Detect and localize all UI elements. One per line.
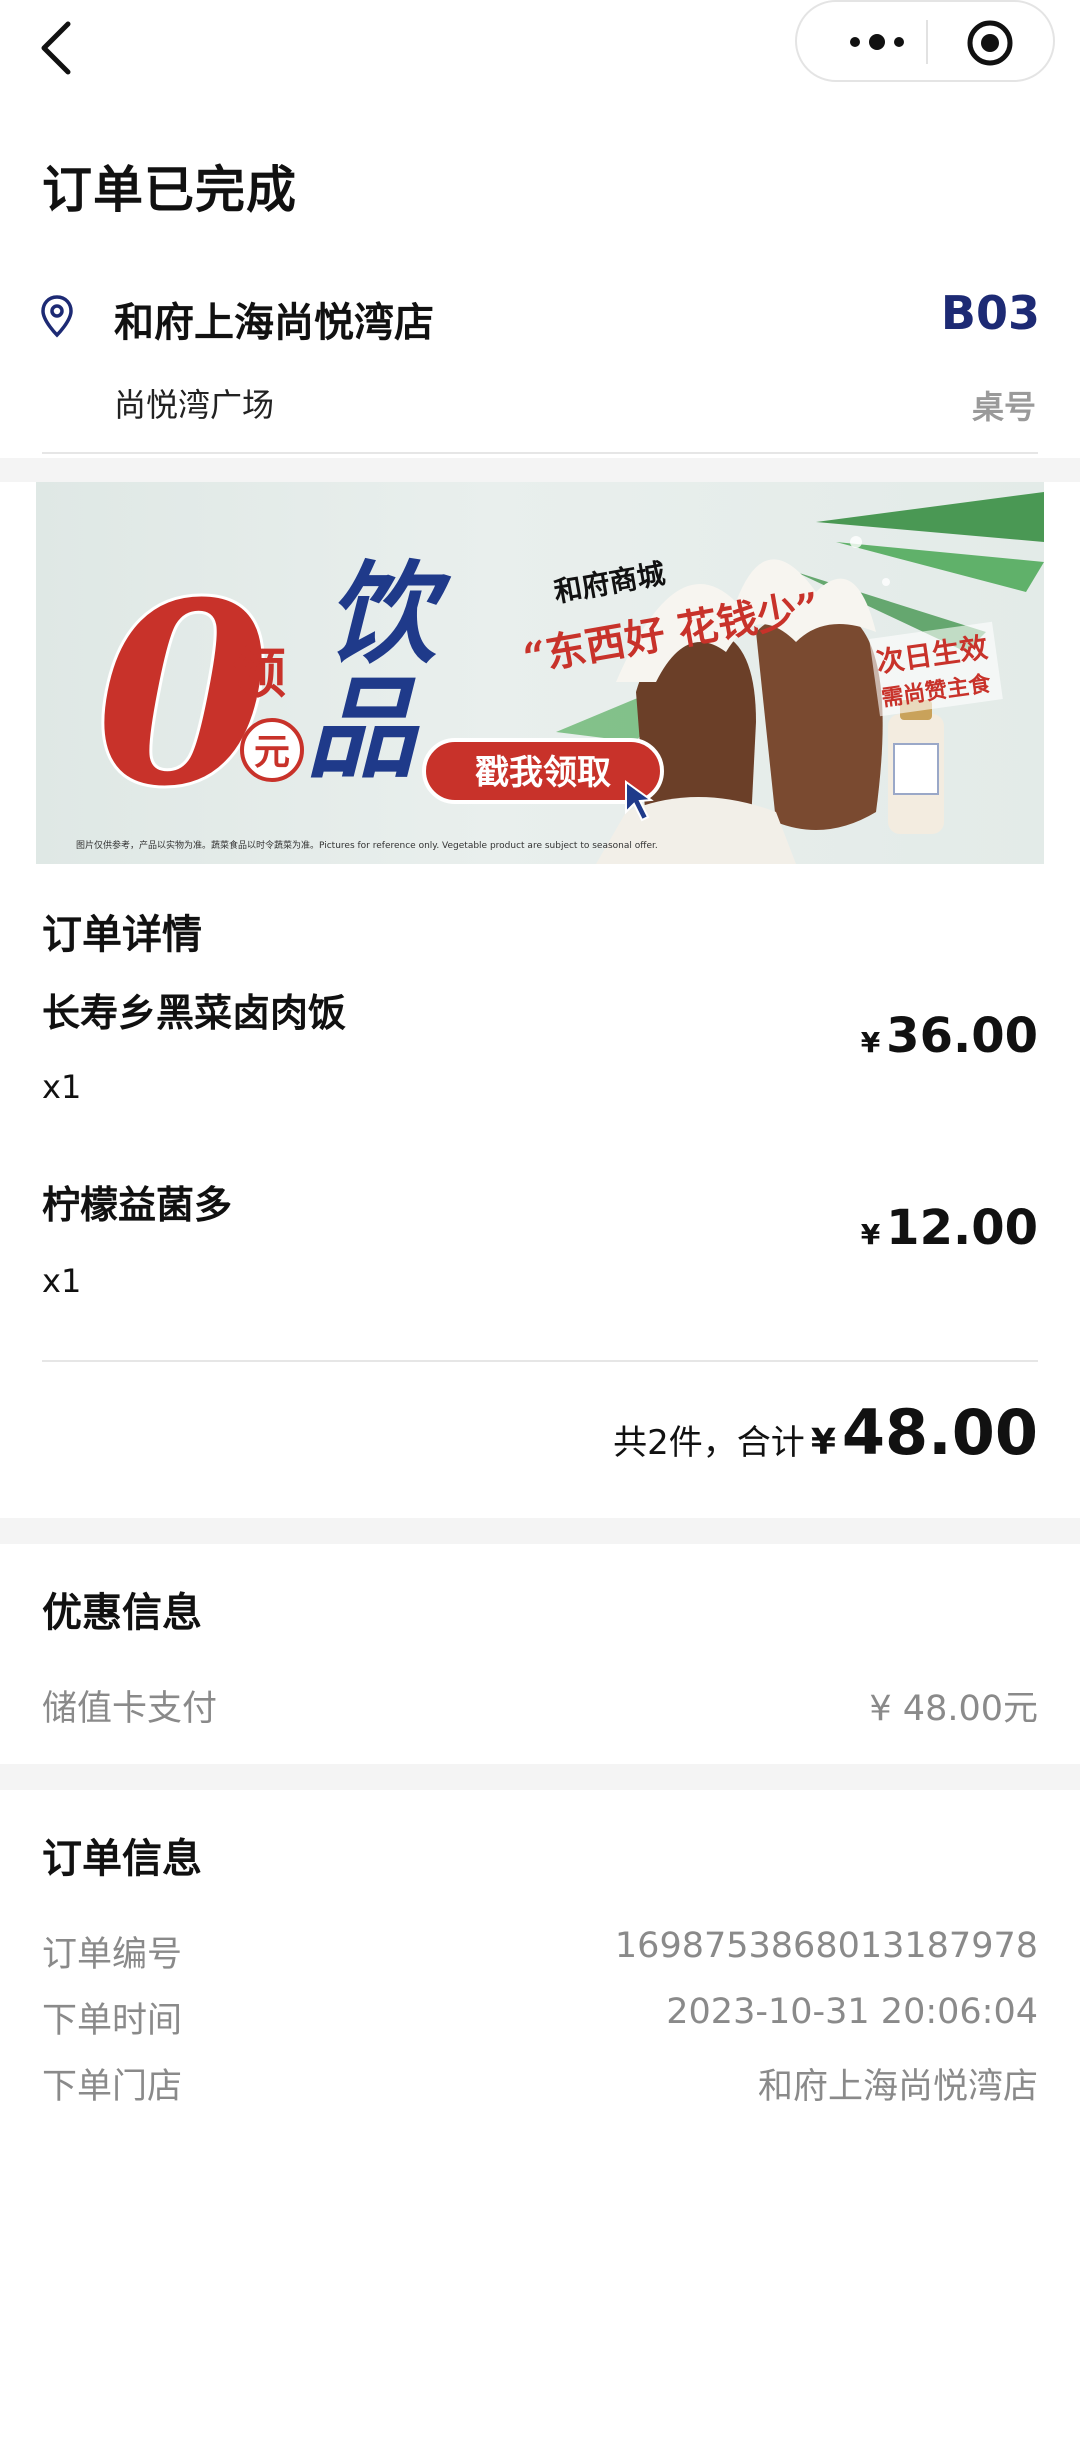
store-name: 和府上海尚悦湾店 [114,300,434,346]
currency-symbol: ¥ [860,1026,881,1059]
discount-title: 优惠信息 [42,1590,202,1636]
section-gap [0,458,1080,482]
item-price-value-2: 12.00 [886,1200,1038,1256]
order-store-label: 下单门店 [42,2067,183,2107]
banner-fine-print: 图片仅供参考，产品以实物为准。蔬菜食品以时令蔬菜为准。Pictures for … [76,839,658,851]
order-details-title: 订单详情 [42,912,202,958]
order-total: 共2件，合计 ¥48.00 [613,1396,1038,1469]
order-store-value: 和府上海尚悦湾店 [757,2067,1038,2107]
chevron-left-icon[interactable] [34,18,82,78]
item-price-1: ¥36.00 [861,1008,1038,1064]
divider [42,1360,1038,1362]
banner-pin-text: 品 [306,664,420,793]
order-time-value: 2023-10-31 20:06:04 [666,1992,1038,2032]
target-circle-icon[interactable] [965,18,1015,68]
divider [42,452,1038,454]
order-total-amount: 48.00 [841,1396,1038,1469]
banner-brand-text: 和府商城 [551,557,667,609]
promo-banner-art: 0 元 领 饮 品 和府商城 “东西好 花钱少” 戳我领取 次日生效 需尚赞主食… [76,492,1044,864]
banner-cta-button[interactable]: 戳我领取 [475,753,611,793]
capsule-divider [926,20,928,64]
promo-banner[interactable]: 0 元 领 饮 品 和府商城 “东西好 花钱少” 戳我领取 次日生效 需尚赞主食… [36,482,1044,864]
table-number: B03 [940,286,1040,340]
order-info-title: 订单信息 [42,1836,202,1882]
banner-yin-text: 饮 [326,549,452,678]
order-summary-label: 共2件，合计 [613,1423,805,1463]
order-status-title: 订单已完成 [42,161,297,219]
banner-ling-text: 领 [232,641,286,705]
item-price-2: ¥12.00 [861,1200,1038,1256]
currency-symbol: ¥ [860,1218,881,1251]
discount-label: 储值卡支付 [42,1689,218,1729]
order-number-label: 订单编号 [42,1935,183,1975]
mini-program-capsule [795,0,1055,82]
item-qty-1: x1 [42,1068,82,1106]
item-name-1: 长寿乡黑菜卤肉饭 [42,991,347,1035]
order-time-label: 下单时间 [42,2001,183,2041]
table-number-label: 桌号 [971,388,1036,426]
top-nav-bar [0,0,1080,96]
more-dots-icon[interactable] [837,22,917,62]
section-gap [0,1518,1080,1544]
item-qty-2: x1 [42,1262,82,1300]
banner-yuan-text: 元 [254,731,290,773]
item-name-2: 柠檬益菌多 [42,1183,233,1227]
order-number-value: 1698753868013187978 [614,1926,1038,1966]
currency-symbol: ¥ [810,1422,836,1463]
store-area: 尚悦湾广场 [114,386,275,424]
section-gap [0,1764,1080,1790]
discount-value: ¥ 48.00元 [869,1689,1038,1729]
location-pin-icon [41,295,73,338]
item-price-value-1: 36.00 [886,1008,1038,1064]
